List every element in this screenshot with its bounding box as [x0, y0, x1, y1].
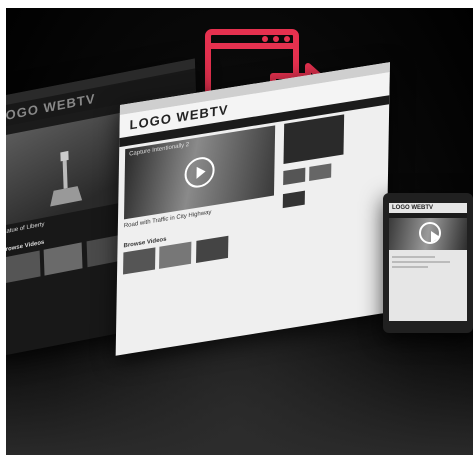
tablet-device: LOGO WEBTV — [383, 193, 473, 333]
text-line — [392, 256, 436, 258]
play-button-icon[interactable] — [184, 154, 215, 190]
video-thumbnail[interactable] — [123, 247, 156, 275]
video-thumbnail[interactable] — [159, 241, 192, 269]
video-player[interactable] — [389, 218, 467, 250]
desktop-screen: LOGO WEBTV Capture Intentionally 2 Road … — [115, 62, 390, 356]
sidebar-thumbnail[interactable] — [283, 167, 306, 186]
play-button-icon[interactable] — [419, 222, 441, 244]
sidebar-thumbnail[interactable] — [309, 163, 332, 181]
video-thumbnail[interactable] — [44, 242, 83, 276]
video-thumbnail[interactable] — [195, 235, 229, 263]
image-border — [0, 0, 473, 8]
site-logo: LOGO WEBTV — [392, 205, 433, 211]
text-line — [392, 266, 428, 268]
sidebar-thumbnail[interactable] — [282, 190, 305, 209]
video-thumbnail[interactable] — [1, 250, 41, 284]
image-border — [0, 0, 6, 455]
floor-reflection — [0, 335, 473, 455]
tablet-screen: LOGO WEBTV — [389, 203, 467, 321]
video-title: Capture Intentionally 2 — [129, 142, 190, 158]
sidebar-ad[interactable] — [283, 114, 345, 165]
promo-stage: LOGO WEBTV Statue of Liberty Browse Vide… — [0, 0, 473, 455]
text-line — [392, 261, 450, 263]
